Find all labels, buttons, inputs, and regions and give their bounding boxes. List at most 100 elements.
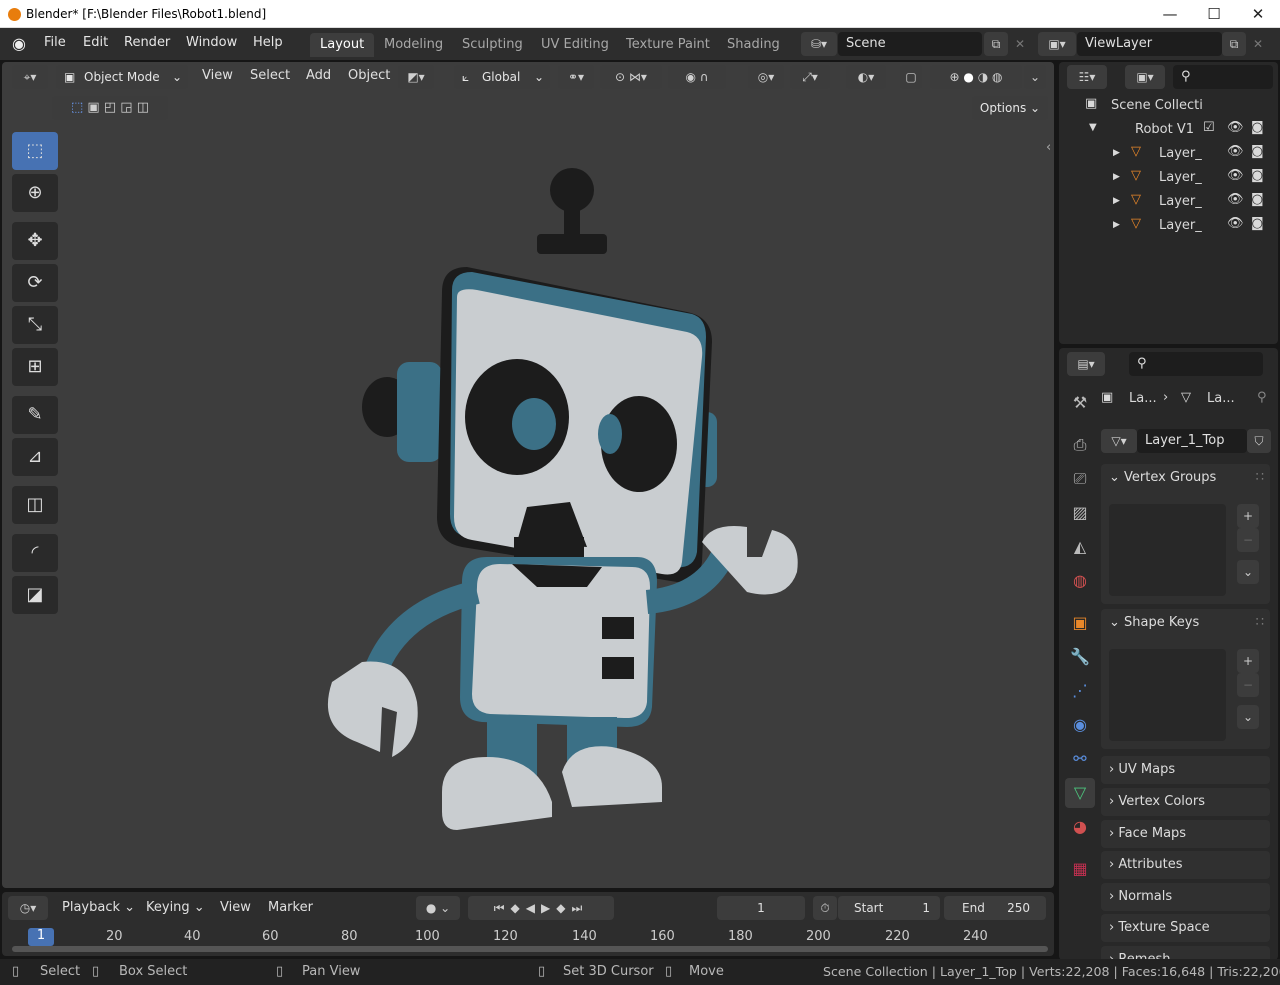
render-tab-icon[interactable]: ⎙: [1065, 430, 1095, 460]
sidebar-toggle-icon[interactable]: ‹: [1046, 140, 1051, 155]
particles-tab-icon[interactable]: ⋰: [1065, 676, 1095, 706]
rendered-shading-icon[interactable]: ◍: [992, 70, 1002, 84]
tab-modeling[interactable]: Modeling: [374, 33, 453, 57]
wireframe-shading-icon[interactable]: ⊕: [950, 70, 960, 84]
measure-tool-icon[interactable]: ⊿: [12, 438, 58, 476]
shading-modes[interactable]: ⊕ ● ◑ ◍: [930, 65, 1022, 89]
viewport-menu-object[interactable]: Object: [348, 68, 390, 83]
viewlayer-name-field[interactable]: ViewLayer: [1077, 32, 1222, 56]
current-frame-field[interactable]: 1: [717, 896, 805, 920]
shape-key-menu-icon[interactable]: ⌄: [1237, 705, 1259, 729]
robot-model[interactable]: [302, 162, 822, 842]
viewport-menu-view[interactable]: View: [202, 68, 233, 83]
panel-vertex-groups[interactable]: ⌄ Vertex Groups ∷ + − ⌄: [1101, 464, 1270, 604]
pin-icon[interactable]: ⚲: [1257, 390, 1267, 405]
camera-icon[interactable]: ◙: [1251, 144, 1264, 159]
playhead-frame[interactable]: 1: [28, 928, 54, 946]
delete-viewlayer-icon[interactable]: ✕: [1247, 32, 1269, 56]
move-tool-icon[interactable]: ✥: [12, 222, 58, 260]
menu-render[interactable]: Render: [124, 35, 170, 50]
cursor-tool-icon[interactable]: ⊕: [12, 174, 58, 212]
expand-arrow-icon[interactable]: ▼: [1089, 122, 1097, 133]
material-shading-icon[interactable]: ◑: [978, 70, 988, 84]
eye-icon[interactable]: 👁: [1227, 168, 1244, 183]
panel-face-maps[interactable]: › Face Maps: [1101, 820, 1270, 848]
select-extend-icon[interactable]: ▣: [87, 100, 99, 115]
new-scene-icon[interactable]: ⧉: [984, 32, 1008, 56]
start-frame-field[interactable]: Start 1: [838, 896, 940, 920]
jump-start-icon[interactable]: ⏮: [494, 901, 511, 915]
properties-editor-type-icon[interactable]: ▤▾: [1067, 352, 1105, 376]
outliner-row-layer[interactable]: ▶ ▽ Layer_ 👁 ◙: [1059, 190, 1278, 214]
select-subtract-icon[interactable]: ◰: [104, 100, 116, 115]
menu-file[interactable]: File: [44, 35, 66, 50]
world-tab-icon[interactable]: ◍: [1065, 566, 1095, 596]
maximize-button[interactable]: ☐: [1192, 0, 1236, 28]
panel-remesh[interactable]: › Remesh: [1101, 946, 1270, 960]
scene-tab-icon[interactable]: ◭: [1065, 532, 1095, 562]
panel-shape-keys[interactable]: ⌄ Shape Keys ∷ + − ⌄: [1101, 609, 1270, 749]
blender-menu-icon[interactable]: ◉: [12, 34, 26, 53]
timeline-editor-type-icon[interactable]: ◷▾: [8, 896, 48, 920]
prev-keyframe-icon[interactable]: ◆: [511, 901, 526, 915]
timeline-menu-marker[interactable]: Marker: [268, 900, 313, 915]
fake-user-shield-icon[interactable]: ⛉: [1247, 429, 1271, 453]
shear-tool-icon[interactable]: ◪: [12, 576, 58, 614]
tool-tab-icon[interactable]: ⚒: [1065, 388, 1095, 418]
eye-icon[interactable]: 👁: [1227, 144, 1244, 159]
delete-scene-icon[interactable]: ✕: [1009, 32, 1031, 56]
options-dropdown[interactable]: Options ⌄: [972, 96, 1048, 120]
shape-keys-list[interactable]: [1109, 649, 1226, 741]
drag-handle-icon[interactable]: ∷: [1256, 470, 1264, 485]
play-reverse-icon[interactable]: ◀: [526, 901, 541, 915]
bend-tool-icon[interactable]: ◜: [12, 534, 58, 572]
proportional-editing-icon[interactable]: ◉ ∩: [668, 65, 726, 89]
object-type-visibility-icon[interactable]: ◩▾: [398, 65, 434, 89]
rotate-tool-icon[interactable]: ⟳: [12, 264, 58, 302]
panel-texture-space[interactable]: › Texture Space: [1101, 914, 1270, 942]
timeline-menu-playback[interactable]: Playback ⌄: [62, 900, 135, 915]
vertex-groups-list[interactable]: [1109, 504, 1226, 596]
mesh-name-field[interactable]: Layer_1_Top: [1137, 429, 1247, 453]
remove-vertex-group-button[interactable]: −: [1237, 528, 1259, 552]
outliner-row-layer[interactable]: ▶ ▽ Layer_ 👁 ◙: [1059, 166, 1278, 190]
drag-handle-icon[interactable]: ∷: [1256, 615, 1264, 630]
end-frame-field[interactable]: End 250: [944, 896, 1046, 920]
eye-icon[interactable]: 👁: [1227, 216, 1244, 231]
mesh-data-tab-icon[interactable]: ▽: [1065, 778, 1095, 808]
3d-viewport[interactable]: ⌖▾ Object Mode ▣ ⌄ View Select Add Objec…: [2, 62, 1054, 888]
camera-icon[interactable]: ◙: [1251, 192, 1264, 207]
annotate-tool-icon[interactable]: ✎: [12, 396, 58, 434]
timeline-menu-view[interactable]: View: [220, 900, 251, 915]
jump-end-icon[interactable]: ⏭: [571, 901, 588, 915]
outliner-row-scene-collection[interactable]: ▣ Scene Collecti: [1059, 94, 1278, 118]
tab-uv-editing[interactable]: UV Editing: [531, 33, 619, 57]
camera-icon[interactable]: ◙: [1251, 216, 1264, 231]
menu-window[interactable]: Window: [186, 35, 237, 50]
solid-shading-icon[interactable]: ●: [963, 70, 973, 84]
play-icon[interactable]: ▶: [541, 901, 556, 915]
selection-mode-buttons[interactable]: ⬚ ▣ ◰ ◲ ◫: [52, 96, 168, 120]
output-tab-icon[interactable]: ⎚: [1065, 464, 1095, 494]
add-shape-key-button[interactable]: +: [1237, 649, 1259, 673]
next-keyframe-icon[interactable]: ◆: [556, 901, 571, 915]
outliner-filter-icon[interactable]: ▣▾: [1125, 65, 1165, 89]
stopwatch-icon[interactable]: ⏱: [813, 896, 837, 920]
view-layer-tab-icon[interactable]: ▨: [1065, 498, 1095, 528]
select-new-icon[interactable]: ⬚: [71, 100, 83, 115]
select-box-tool-icon[interactable]: ⬚: [12, 132, 58, 170]
select-intersect-icon[interactable]: ◫: [137, 100, 149, 115]
eye-icon[interactable]: 👁: [1227, 192, 1244, 207]
camera-icon[interactable]: ◙: [1251, 120, 1264, 135]
outliner-display-mode-icon[interactable]: ☷▾: [1067, 65, 1107, 89]
gizmos-icon[interactable]: ⤢▾: [790, 65, 830, 89]
checkbox-icon[interactable]: ☑: [1203, 120, 1215, 135]
xray-icon[interactable]: ▢: [900, 65, 922, 89]
panel-uv-maps[interactable]: › UV Maps: [1101, 756, 1270, 784]
expand-arrow-icon[interactable]: ▶: [1113, 220, 1120, 230]
physics-tab-icon[interactable]: ◉: [1065, 710, 1095, 740]
minimize-button[interactable]: —: [1148, 0, 1192, 28]
overlays-icon[interactable]: ◐▾: [846, 65, 886, 89]
panel-normals[interactable]: › Normals: [1101, 883, 1270, 911]
new-viewlayer-icon[interactable]: ⧉: [1222, 32, 1246, 56]
